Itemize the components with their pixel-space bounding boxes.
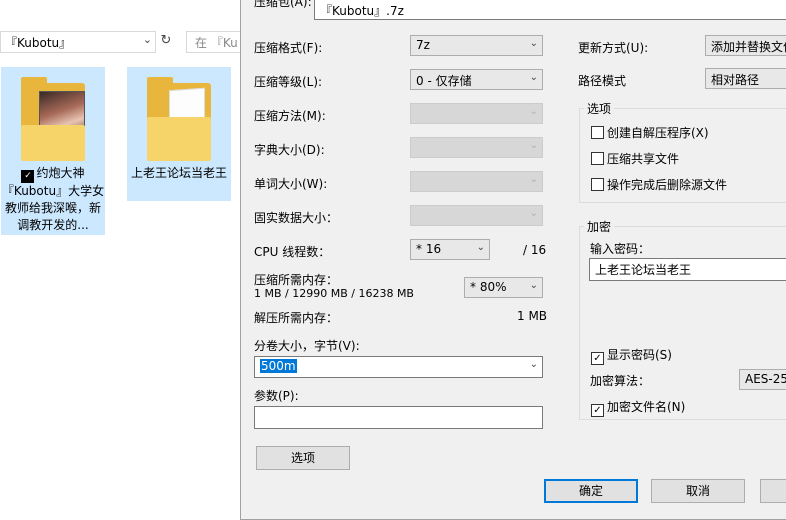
chevron-down-icon: ⌄: [529, 208, 538, 219]
options-group-title: 选项: [584, 100, 615, 117]
checkbox-box: [591, 126, 604, 139]
mem-pct-value: * 80%: [470, 280, 507, 294]
search-input[interactable]: 在 『Ku: [186, 31, 246, 53]
encryption-group-title: 加密: [584, 218, 615, 235]
format-value: 7z: [416, 38, 430, 52]
update-label: 更新方式(U):: [578, 41, 649, 55]
dict-label: 字典大小(D):: [254, 143, 325, 157]
show-password-checkbox[interactable]: ✓ 显示密码(S): [591, 346, 672, 365]
mem-comp-label: 压缩所需内存：: [254, 273, 339, 287]
mem-percent-select[interactable]: * 80% ⌄: [464, 277, 543, 298]
file-name: 上老王论坛当老王: [130, 166, 227, 180]
chevron-down-icon: ⌄: [529, 359, 538, 370]
encrypt-names-label: 加密文件名(N): [607, 400, 686, 414]
checkbox-box: [591, 152, 604, 165]
address-bar[interactable]: 『Kubotu』 ⌄: [0, 31, 156, 53]
path-label: 路径模式: [578, 74, 627, 88]
update-mode-select[interactable]: 添加并替换文件: [705, 35, 786, 56]
path-value: 相对路径: [711, 73, 760, 87]
word-label: 单词大小(W):: [254, 177, 328, 191]
password-value: 上老王论坛当老王: [595, 263, 692, 277]
chevron-down-icon: ⌄: [529, 140, 538, 151]
checkbox-box: ✓: [591, 404, 604, 417]
checkbox-box: [591, 178, 604, 191]
archive-label: 压缩包(A):: [254, 0, 312, 9]
folder-icon: [147, 77, 211, 161]
volume-value: 500m: [260, 359, 297, 373]
level-label: 压缩等级(L):: [254, 75, 323, 89]
folder-icon: [21, 77, 85, 161]
update-value: 添加并替换文件: [711, 40, 786, 54]
search-placeholder: 在 『Ku: [195, 36, 238, 50]
chevron-down-icon: ⌄: [529, 106, 538, 117]
chevron-down-icon: ⌄: [476, 242, 485, 253]
params-label: 参数(P):: [254, 389, 299, 403]
address-text: 『Kubotu』: [5, 36, 72, 50]
cancel-button[interactable]: 取消: [651, 479, 745, 503]
password-label: 输入密码：: [590, 242, 651, 256]
file-item[interactable]: ✓ 约炮大神『Kubotu』大学女教师给我深喉，新调教开发的...: [1, 67, 105, 235]
chevron-down-icon: ⌄: [529, 174, 538, 185]
archive-name-text: 『Kubotu』.7z: [320, 4, 404, 18]
enc-method-label: 加密算法：: [590, 374, 651, 388]
cpu-value: * 16: [416, 242, 442, 256]
add-to-archive-dialog: 压缩包(A): 『Kubotu』.7z 压缩格式(F): 7z ⌄ 压缩等级(L)…: [240, 0, 786, 520]
file-explorer-window: 『Kubotu』 ⌄ ↻ 在 『Ku ✓ 约炮大神『Kubotu』大学女教师给我深…: [0, 0, 246, 518]
encrypt-names-checkbox[interactable]: ✓ 加密文件名(N): [591, 398, 685, 417]
mem-comp-value: 1 MB / 12990 MB / 16238 MB: [254, 287, 414, 300]
file-name: 约炮大神『Kubotu』大学女教师给我深喉，新调教开发的...: [1, 166, 105, 232]
params-input[interactable]: [254, 406, 543, 429]
refresh-icon[interactable]: ↻: [156, 31, 176, 53]
options-button[interactable]: 选项: [256, 446, 350, 470]
file-item[interactable]: 上老王论坛当老王: [127, 67, 231, 201]
method-label: 压缩方法(M):: [254, 109, 326, 123]
format-select[interactable]: 7z ⌄: [410, 35, 543, 56]
show-password-label: 显示密码(S): [607, 348, 672, 362]
shared-files-checkbox[interactable]: 压缩共享文件: [591, 150, 679, 167]
enc-method-value: AES-256: [745, 372, 786, 386]
chevron-down-icon: ⌄: [529, 72, 538, 83]
password-input[interactable]: 上老王论坛当老王: [589, 258, 786, 281]
checkbox-icon[interactable]: ✓: [21, 170, 35, 183]
delete-label: 操作完成后删除源文件: [607, 178, 728, 192]
volume-size-input[interactable]: 500m ⌄: [254, 356, 543, 378]
delete-after-checkbox[interactable]: 操作完成后删除源文件: [591, 176, 727, 193]
level-value: 0 - 仅存储: [416, 74, 472, 88]
level-select[interactable]: 0 - 仅存储 ⌄: [410, 69, 543, 90]
archive-name-input[interactable]: 『Kubotu』.7z: [314, 0, 786, 20]
dict-select[interactable]: ⌄: [410, 137, 543, 158]
enc-method-select[interactable]: AES-256: [739, 369, 786, 390]
cpu-label: CPU 线程数：: [254, 245, 331, 259]
sfx-label: 创建自解压程序(X): [607, 126, 709, 140]
cpu-total: / 16: [523, 243, 547, 257]
cpu-threads-select[interactable]: * 16 ⌄: [410, 239, 490, 260]
format-label: 压缩格式(F):: [254, 41, 323, 55]
ok-button[interactable]: 确定: [544, 479, 638, 503]
checkbox-box: ✓: [591, 352, 604, 365]
word-select[interactable]: ⌄: [410, 171, 543, 192]
sfx-checkbox[interactable]: 创建自解压程序(X): [591, 124, 709, 141]
mem-decomp-value: 1 MB: [517, 309, 548, 323]
help-button[interactable]: 帮助: [760, 479, 786, 503]
shared-label: 压缩共享文件: [607, 152, 680, 166]
mem-decomp-label: 解压所需内存：: [254, 311, 339, 325]
chevron-down-icon[interactable]: ⌄: [143, 33, 152, 46]
path-mode-select[interactable]: 相对路径: [705, 68, 786, 89]
solid-label: 固实数据大小：: [254, 211, 339, 225]
chevron-down-icon: ⌄: [529, 280, 538, 291]
chevron-down-icon: ⌄: [529, 38, 538, 49]
method-select[interactable]: ⌄: [410, 103, 543, 124]
volume-label: 分卷大小，字节(V):: [254, 339, 360, 353]
solid-select[interactable]: ⌄: [410, 205, 543, 226]
